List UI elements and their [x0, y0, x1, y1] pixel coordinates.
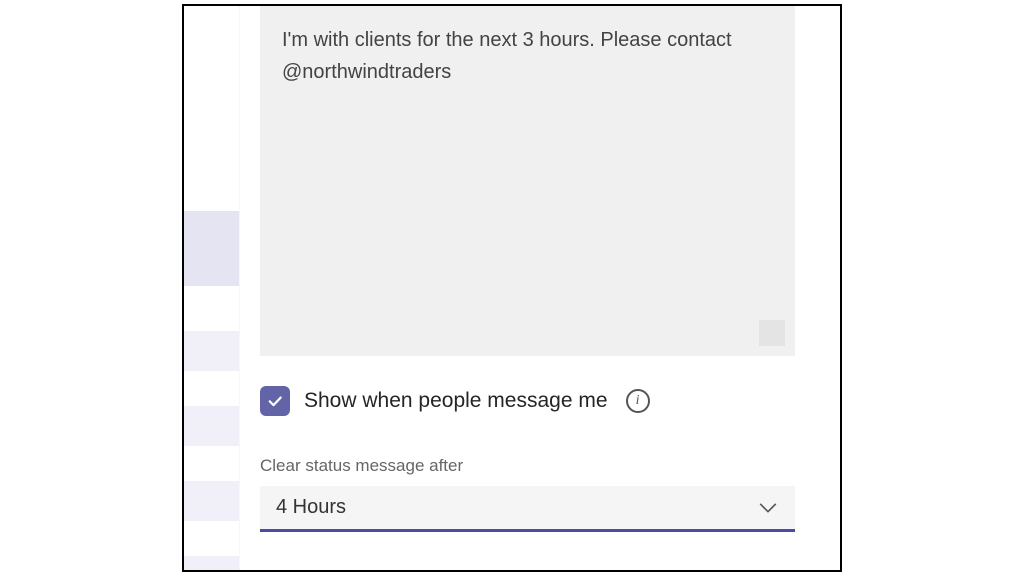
sidebar-row [184, 211, 239, 286]
status-message-input[interactable]: I'm with clients for the next 3 hours. P… [260, 6, 795, 356]
show-when-message-checkbox[interactable] [260, 386, 290, 416]
clear-after-label: Clear status message after [260, 456, 815, 476]
show-when-message-row: Show when people message me i [260, 386, 815, 416]
status-message-text: I'm with clients for the next 3 hours. P… [282, 29, 732, 83]
info-icon[interactable]: i [626, 389, 650, 413]
sidebar-row [184, 521, 239, 556]
clear-after-selected: 4 Hours [276, 496, 346, 519]
show-when-message-label: Show when people message me [304, 389, 608, 413]
sidebar-row [184, 331, 239, 371]
checkmark-icon [266, 392, 284, 410]
resize-handle-icon[interactable] [759, 320, 785, 346]
sidebar-sliver [184, 6, 239, 570]
sidebar-row [184, 556, 239, 572]
clear-after-dropdown[interactable]: 4 Hours [260, 486, 795, 532]
sidebar-row [184, 371, 239, 406]
sidebar-row [184, 481, 239, 521]
main-panel: I'm with clients for the next 3 hours. P… [239, 6, 840, 570]
sidebar-row [184, 286, 239, 331]
sidebar-row [184, 6, 239, 211]
sidebar-row [184, 406, 239, 446]
status-settings-frame: I'm with clients for the next 3 hours. P… [182, 4, 842, 572]
sidebar-row [184, 446, 239, 481]
chevron-down-icon [757, 497, 779, 519]
